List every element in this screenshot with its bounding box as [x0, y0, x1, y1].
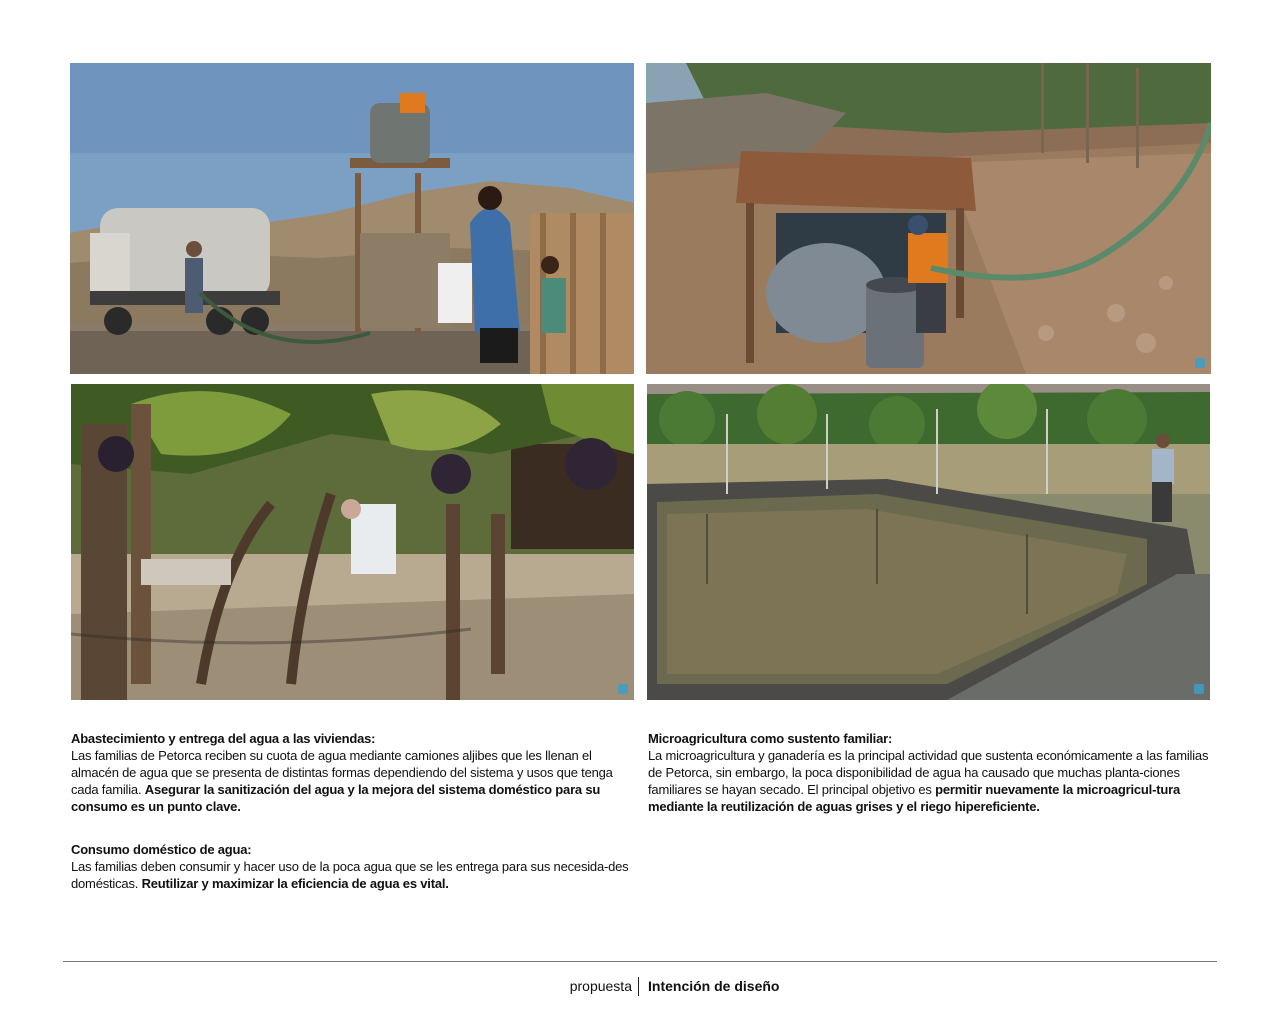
video-badge-icon: [1194, 684, 1204, 694]
footer-section-label: propuesta: [569, 978, 632, 994]
microagriculture-heading: Microagricultura como sustento familiar:: [648, 731, 893, 746]
water-truck-delivery-photo: [70, 63, 634, 374]
water-tank-shelter-photo: [646, 63, 1211, 374]
grapevine-garden-photo: [71, 384, 634, 700]
supply-text-block: Abastecimiento y entrega del agua a las …: [71, 730, 637, 815]
footer-divider: [63, 961, 1217, 962]
footer-page-title: Intención de diseño: [648, 978, 780, 994]
supply-body-emphasis: Asegurar la sanitización del agua y la m…: [71, 782, 601, 814]
domestic-heading: Consumo doméstico de agua:: [71, 842, 252, 857]
supply-heading: Abastecimiento y entrega del agua a las …: [71, 731, 376, 746]
microagriculture-text-block: Microagricultura como sustento familiar:…: [648, 730, 1214, 815]
microagriculture-body: La microagricultura y ganadería es la pr…: [648, 747, 1214, 815]
page-footer: propuesta Intención de diseño: [0, 977, 1280, 997]
domestic-body-emphasis: Reutilizar y maximizar la eficiencia de …: [141, 876, 449, 891]
irrigation-pond-photo: [647, 384, 1210, 700]
video-badge-icon: [618, 684, 628, 694]
domestic-text-block: Consumo doméstico de agua: Las familias …: [71, 841, 637, 892]
video-badge-icon: [1195, 358, 1205, 368]
domestic-body: Las familias deben consumir y hacer uso …: [71, 858, 637, 892]
supply-body: Las familias de Petorca reciben su cuota…: [71, 747, 637, 815]
footer-separator: [638, 977, 639, 996]
